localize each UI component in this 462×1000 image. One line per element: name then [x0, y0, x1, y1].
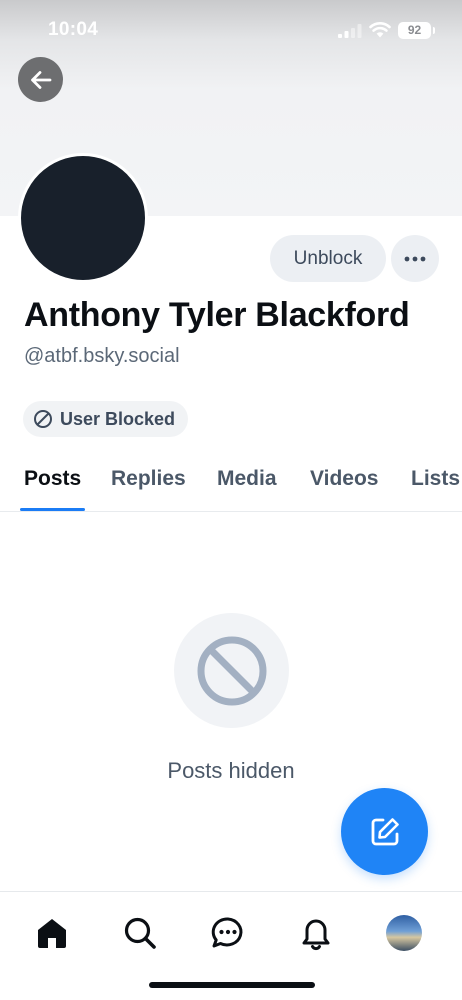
status-bar: 10:04 92 — [0, 0, 462, 62]
more-options-button[interactable] — [391, 235, 439, 282]
compose-icon — [371, 817, 399, 845]
nav-home[interactable] — [32, 913, 72, 953]
search-icon — [124, 917, 156, 949]
profile-display-name: Anthony Tyler Blackford — [24, 296, 410, 334]
tab-lists[interactable]: Lists — [411, 452, 460, 512]
battery-indicator: 92 — [398, 22, 435, 39]
blocked-badge-label: User Blocked — [60, 408, 176, 429]
arrow-left-icon — [30, 70, 51, 89]
nav-profile[interactable] — [384, 913, 424, 953]
empty-state-icon-container — [174, 613, 289, 728]
back-button[interactable] — [18, 57, 63, 102]
tab-replies[interactable]: Replies — [111, 452, 186, 512]
profile-handle: @atbf.bsky.social — [24, 345, 180, 367]
chat-bubble-icon — [211, 917, 243, 948]
tab-videos[interactable]: Videos — [310, 452, 378, 512]
profile-tabs: Posts Replies Media Videos Lists — [0, 452, 462, 512]
nav-search[interactable] — [120, 913, 160, 953]
empty-state-message: Posts hidden — [167, 758, 295, 783]
blocked-circle-icon — [197, 636, 266, 705]
ellipsis-icon — [404, 256, 426, 261]
unblock-button[interactable]: Unblock — [270, 235, 386, 282]
profile-avatar[interactable] — [18, 153, 148, 283]
active-tab-indicator — [20, 508, 85, 511]
avatar — [386, 915, 422, 951]
status-time: 10:04 — [48, 19, 99, 40]
blocked-icon — [34, 410, 52, 428]
cellular-signal-icon — [338, 24, 362, 38]
nav-notifications[interactable] — [296, 913, 336, 953]
user-blocked-badge: User Blocked — [23, 401, 189, 437]
home-indicator — [149, 982, 315, 988]
tab-posts[interactable]: Posts — [24, 452, 81, 512]
compose-post-button[interactable] — [341, 788, 428, 875]
home-icon — [38, 919, 66, 948]
tab-media[interactable]: Media — [217, 452, 277, 512]
bell-icon — [302, 919, 330, 951]
nav-chat[interactable] — [208, 913, 248, 953]
wifi-icon — [369, 22, 391, 38]
